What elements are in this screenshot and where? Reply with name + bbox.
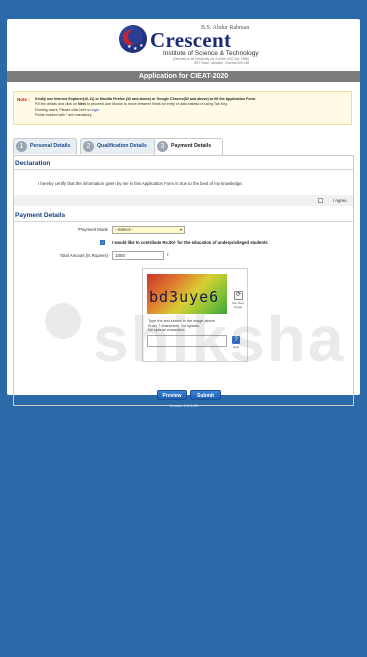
declaration-text: I hereby certify that the information gi… [38,181,243,186]
total-amount-label: Total Amount (in Rupees) [59,253,108,258]
declaration-title: Declaration [15,160,51,167]
note-text: Kindly use Internet Explorer(10-11) or M… [35,97,257,118]
agree-row: I Agree [14,195,353,206]
refresh-captcha-label: Get New Image [232,301,244,309]
tab-payment-details[interactable]: 3 Payment Details [154,138,223,155]
agree-checkbox[interactable] [318,198,323,203]
help-label: Help [232,345,240,349]
contribute-checkbox[interactable]: ✓ [100,240,105,245]
captcha-box: bd3uye6 ⟳ Get New Image Type the text sh… [142,268,248,362]
chevron-down-icon: ▾ [179,227,182,232]
captcha-instructions: Type the text shown in the image above. … [148,319,216,333]
preview-button[interactable]: Preview [157,390,187,400]
payment-details-title: Payment Details [15,212,66,219]
application-page: ★ ★ ★ B.S. Abdur Rahman Crescent Institu… [7,19,360,406]
total-amount-field: 1050 [112,251,164,260]
university-subtitle: Institute of Science & Technology [163,50,259,57]
form-tabs: 1 Personal Details 2 Qualification Detai… [13,138,352,155]
divider [14,221,353,222]
refresh-captcha-icon[interactable]: ⟳ [234,291,243,300]
amount-suffix: /- [167,252,170,257]
payment-mode-select[interactable]: --Select-- ▾ [112,226,185,234]
note-label: Note : [17,97,30,102]
version-footer: Version: 2.0.0.83 [169,404,198,408]
note-box: Note : Kindly use Internet Explorer(10-1… [13,91,352,125]
payment-panel: Declaration I hereby certify that the in… [13,156,354,406]
payment-mode-label: *Payment Mode [77,227,108,232]
tab-personal-details[interactable]: 1 Personal Details [13,138,77,154]
agree-label: I Agree [333,198,347,203]
captcha-input[interactable] [147,335,227,347]
university-address: (Deemed to be University u/s 3 of the UG… [173,57,249,65]
submit-button[interactable]: Submit [190,390,221,400]
help-icon[interactable]: ? [232,336,240,344]
crescent-globe-icon: ★ ★ ★ [119,25,147,53]
application-title-bar: Application for CIEAT-2020 [7,71,360,82]
tab-qualification-details[interactable]: 2 Qualification Details [80,138,157,154]
login-link[interactable]: login [92,108,100,112]
university-name: Crescent [150,28,232,52]
university-logo: ★ ★ ★ B.S. Abdur Rahman Crescent Institu… [119,25,265,69]
divider [14,169,353,170]
captcha-image: bd3uye6 [147,274,227,314]
contribute-text: I would like to contribute Rs.50/- for t… [112,240,268,245]
